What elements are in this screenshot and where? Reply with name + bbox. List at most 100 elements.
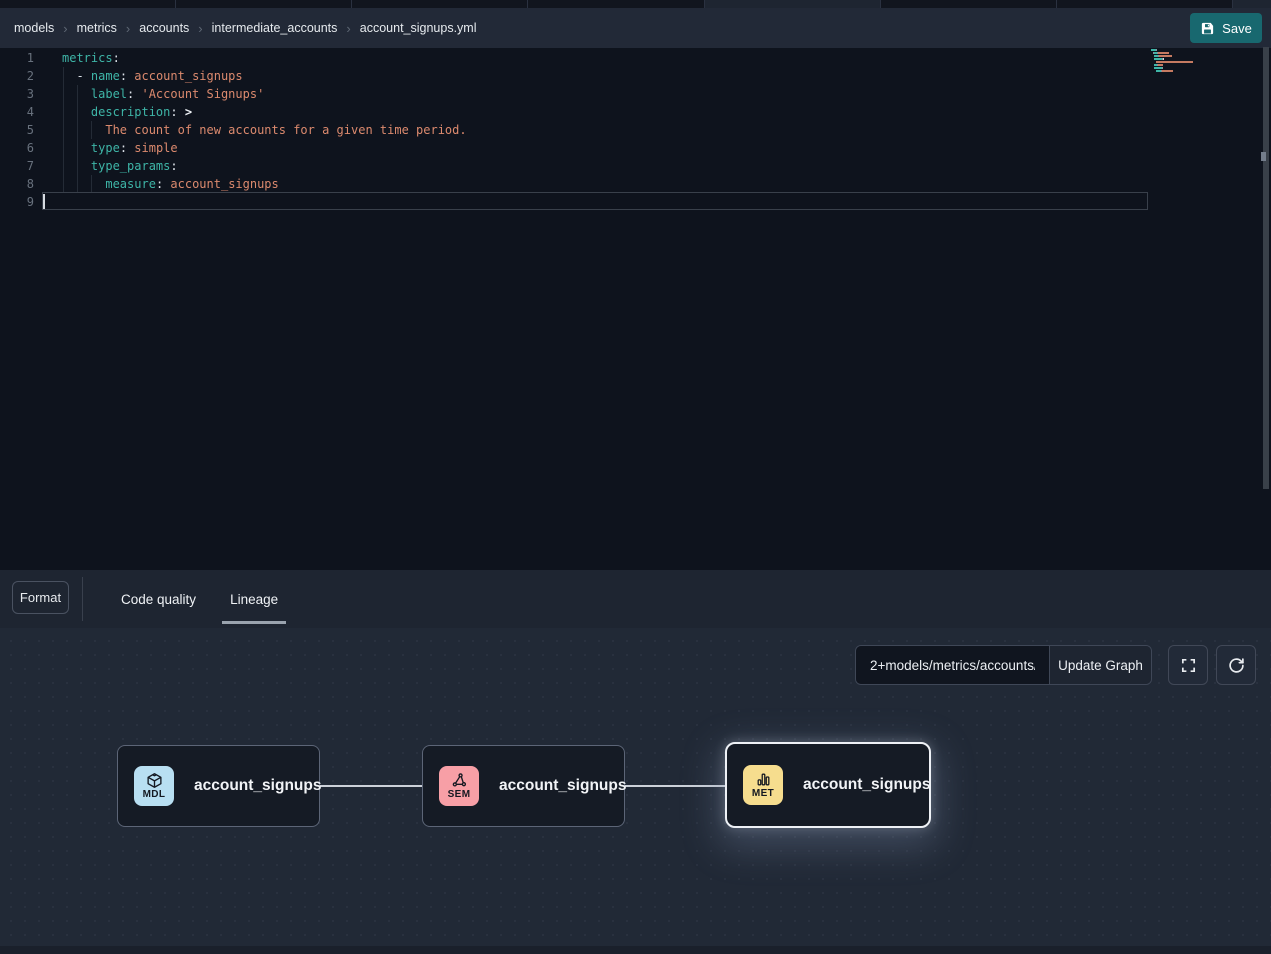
- lineage-panel: Update Graph MDL account_signups SEM accoun…: [0, 628, 1271, 954]
- minimap-segment: [1154, 67, 1162, 69]
- token-punct: [62, 141, 91, 155]
- editor-scrollbar-thumb[interactable]: [1261, 152, 1266, 161]
- mdl-badge: MDL: [134, 766, 174, 806]
- line-number-1: 1: [0, 49, 34, 67]
- minimap-line-9: [1151, 73, 1261, 75]
- breadcrumb-chevron-icon: ›: [126, 21, 130, 36]
- breadcrumb-item-account_signups-yml[interactable]: account_signups.yml: [360, 21, 477, 35]
- top-tab-4[interactable]: [528, 0, 704, 8]
- code-editor[interactable]: 123456789 metrics: - name: account_signu…: [0, 48, 1271, 570]
- top-tab-6[interactable]: [881, 0, 1057, 8]
- breadcrumb-chevron-icon: ›: [63, 21, 67, 36]
- line-number-2: 2: [0, 67, 34, 85]
- token-key: description: [91, 105, 170, 119]
- code-line-1[interactable]: metrics:: [62, 49, 467, 67]
- top-tab-5[interactable]: [705, 0, 881, 8]
- minimap-line-2: [1151, 52, 1261, 54]
- top-tab-7[interactable]: [1057, 0, 1233, 8]
- breadcrumb: models › metrics › accounts › intermediate_acc…: [14, 21, 477, 36]
- token-key: type: [91, 141, 120, 155]
- lineage-node-sem[interactable]: SEM account_signups: [422, 745, 625, 827]
- breadcrumb-item-accounts[interactable]: accounts: [139, 21, 189, 35]
- code-line-9[interactable]: [62, 193, 467, 211]
- minimap-line-8: [1151, 70, 1261, 72]
- tab-code-quality[interactable]: Code quality: [104, 570, 213, 628]
- code-line-3[interactable]: label: 'Account Signups': [62, 85, 467, 103]
- code-line-7[interactable]: type_params:: [62, 157, 467, 175]
- save-button[interactable]: Save: [1190, 13, 1262, 43]
- line-number-4: 4: [0, 103, 34, 121]
- node-label: account_signups: [499, 777, 626, 795]
- editor-code[interactable]: metrics: - name: account_signups label: …: [62, 49, 467, 211]
- text-cursor: [43, 194, 45, 209]
- lineage-node-met[interactable]: METaccount_signups: [725, 742, 931, 828]
- format-button[interactable]: Format: [12, 581, 69, 614]
- token-punct: :: [170, 105, 184, 119]
- code-line-8[interactable]: measure: account_signups: [62, 175, 467, 193]
- update-graph-button[interactable]: Update Graph: [1049, 646, 1151, 684]
- minimap-line-1: [1151, 49, 1261, 51]
- token-val: account_signups: [134, 69, 242, 83]
- fullscreen-button[interactable]: [1168, 645, 1208, 685]
- minimap-segment: [1162, 67, 1163, 69]
- tab-lineage[interactable]: Lineage: [213, 570, 295, 628]
- node-label: account_signups: [194, 777, 321, 795]
- breadcrumb-chevron-icon: ›: [346, 21, 350, 36]
- token-punct: :: [120, 141, 134, 155]
- token-key: measure: [105, 177, 156, 191]
- line-number-7: 7: [0, 157, 34, 175]
- panel-tabs: Code qualityLineage: [104, 570, 295, 628]
- token-key: name: [91, 69, 120, 83]
- token-op: >: [185, 105, 192, 119]
- editor-scrollbar-track[interactable]: [1263, 47, 1269, 489]
- badge-label-met: MET: [752, 789, 774, 799]
- lineage-edge: [625, 785, 726, 787]
- token-val: simple: [134, 141, 177, 155]
- minimap-segment: [1162, 70, 1173, 72]
- token-punct: :: [120, 69, 134, 83]
- lineage-node-mdl[interactable]: MDL account_signups: [117, 745, 320, 827]
- fullscreen-icon: [1180, 657, 1197, 674]
- badge-label-mdl: MDL: [143, 790, 166, 800]
- token-val: account_signups: [170, 177, 278, 191]
- line-number-5: 5: [0, 121, 34, 139]
- minimap-line-4: [1151, 58, 1261, 60]
- token-key: metrics: [62, 51, 113, 65]
- breadcrumb-item-metrics[interactable]: metrics: [77, 21, 117, 35]
- token-key: type_params: [91, 159, 170, 173]
- top-tab-1[interactable]: [0, 0, 176, 8]
- panel-divider: [82, 577, 83, 621]
- refresh-graph-button[interactable]: [1216, 645, 1256, 685]
- code-line-6[interactable]: type: simple: [62, 139, 467, 157]
- code-line-4[interactable]: description: >: [62, 103, 467, 121]
- graph-filter-input[interactable]: [856, 646, 1049, 684]
- minimap-segment: [1159, 55, 1172, 57]
- code-line-2[interactable]: - name: account_signups: [62, 67, 467, 85]
- token-punct: :: [113, 51, 120, 65]
- minimap-segment: [1154, 58, 1162, 60]
- metric-chart-icon: [755, 771, 772, 788]
- minimap-segment: [1163, 58, 1164, 60]
- editor-minimap[interactable]: [1151, 49, 1261, 76]
- model-cube-icon: [146, 772, 163, 789]
- met-badge: MET: [743, 765, 783, 805]
- editor-gutter: 123456789: [0, 49, 34, 211]
- ide-screen: models › metrics › accounts › intermediate_acc…: [0, 0, 1271, 954]
- lineage-edge: [320, 785, 422, 787]
- badge-label-sem: SEM: [448, 790, 471, 800]
- token-punct: [62, 123, 105, 137]
- token-punct: :: [127, 87, 141, 101]
- top-tab-2[interactable]: [176, 0, 352, 8]
- line-number-6: 6: [0, 139, 34, 157]
- breadcrumb-item-intermediate_accounts[interactable]: intermediate_accounts: [212, 21, 338, 35]
- line-number-9: 9: [0, 193, 34, 211]
- breadcrumb-chevron-icon: ›: [198, 21, 202, 36]
- breadcrumb-item-models[interactable]: models: [14, 21, 54, 35]
- token-punct: -: [62, 69, 91, 83]
- token-punct: [62, 177, 105, 191]
- minimap-segment: [1156, 61, 1194, 63]
- bottom-panel-header: Format Code qualityLineage: [0, 570, 1271, 628]
- code-line-5[interactable]: The count of new accounts for a given ti…: [62, 121, 467, 139]
- minimap-line-5: [1151, 61, 1261, 63]
- top-tab-3[interactable]: [352, 0, 528, 8]
